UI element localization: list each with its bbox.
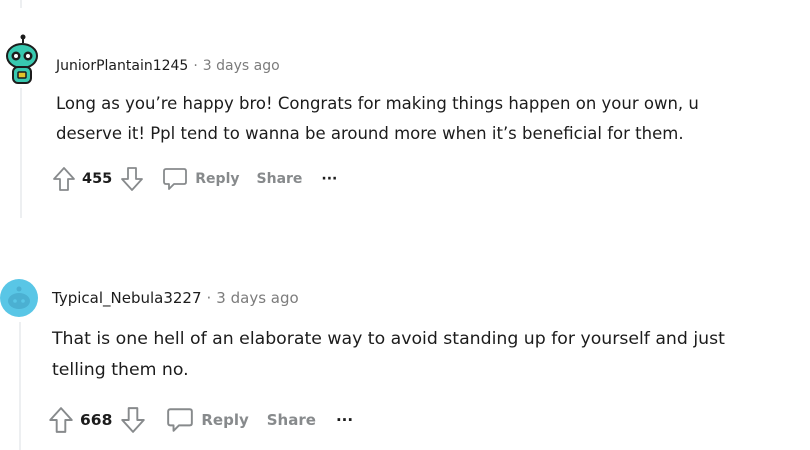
share-button[interactable]: Share <box>257 171 303 187</box>
comment-body-line-1: That is one hell of an elaborate way to … <box>52 329 725 349</box>
timestamp[interactable]: 3 days ago <box>216 289 298 307</box>
vote-count: 668 <box>80 411 113 429</box>
comment-body-line-2: deserve it! Ppl tend to wanna be around … <box>56 124 684 143</box>
arrow-up-icon <box>49 407 73 433</box>
comment-2: Typical_Nebula3227 · 3 days ago That is … <box>0 230 810 450</box>
reply-button[interactable]: Reply <box>166 406 249 434</box>
comment-1: JuniorPlantain1245 · 3 days ago Long as … <box>0 0 810 230</box>
more-options-button[interactable]: ··· <box>336 411 353 429</box>
speech-bubble-icon <box>163 168 188 190</box>
timestamp[interactable]: 3 days ago <box>203 58 280 74</box>
reply-button[interactable]: Reply <box>162 166 240 192</box>
share-label: Share <box>256 171 303 187</box>
comment-actions: 455 Reply Share ··· <box>52 164 337 194</box>
share-button[interactable]: Share <box>267 411 316 429</box>
share-label: Share <box>266 411 316 429</box>
ellipsis-icon: ··· <box>335 411 354 429</box>
comment-meta: JuniorPlantain1245 · 3 days ago <box>56 58 280 74</box>
reply-label: Reply <box>201 411 249 429</box>
comment-actions: 668 Reply Share ··· <box>48 404 353 436</box>
upvote-button[interactable] <box>52 166 76 192</box>
arrow-down-icon <box>121 167 144 191</box>
snoo-default-avatar-icon <box>0 279 38 317</box>
comment-body-line-2: telling them no. <box>52 360 189 380</box>
reply-label: Reply <box>195 171 240 187</box>
snoo-robot-avatar-icon <box>6 34 38 84</box>
more-options-button[interactable]: ··· <box>321 171 337 187</box>
author-name[interactable]: Typical_Nebula3227 <box>52 289 202 307</box>
vote-count: 455 <box>82 171 113 187</box>
comment-meta: Typical_Nebula3227 · 3 days ago <box>52 289 299 307</box>
avatar[interactable] <box>4 34 40 92</box>
author-name[interactable]: JuniorPlantain1245 <box>56 58 188 74</box>
speech-bubble-icon <box>167 408 194 432</box>
meta-separator: · <box>206 289 212 307</box>
ellipsis-icon: ··· <box>321 171 338 187</box>
avatar[interactable] <box>0 275 38 325</box>
meta-separator: · <box>193 58 198 74</box>
upvote-button[interactable] <box>48 406 74 434</box>
downvote-button[interactable] <box>120 166 144 192</box>
arrow-up-icon <box>53 167 75 191</box>
arrow-down-icon <box>121 407 146 433</box>
downvote-button[interactable] <box>120 406 146 434</box>
comment-body-line-1: Long as you’re happy bro! Congrats for m… <box>56 94 699 113</box>
